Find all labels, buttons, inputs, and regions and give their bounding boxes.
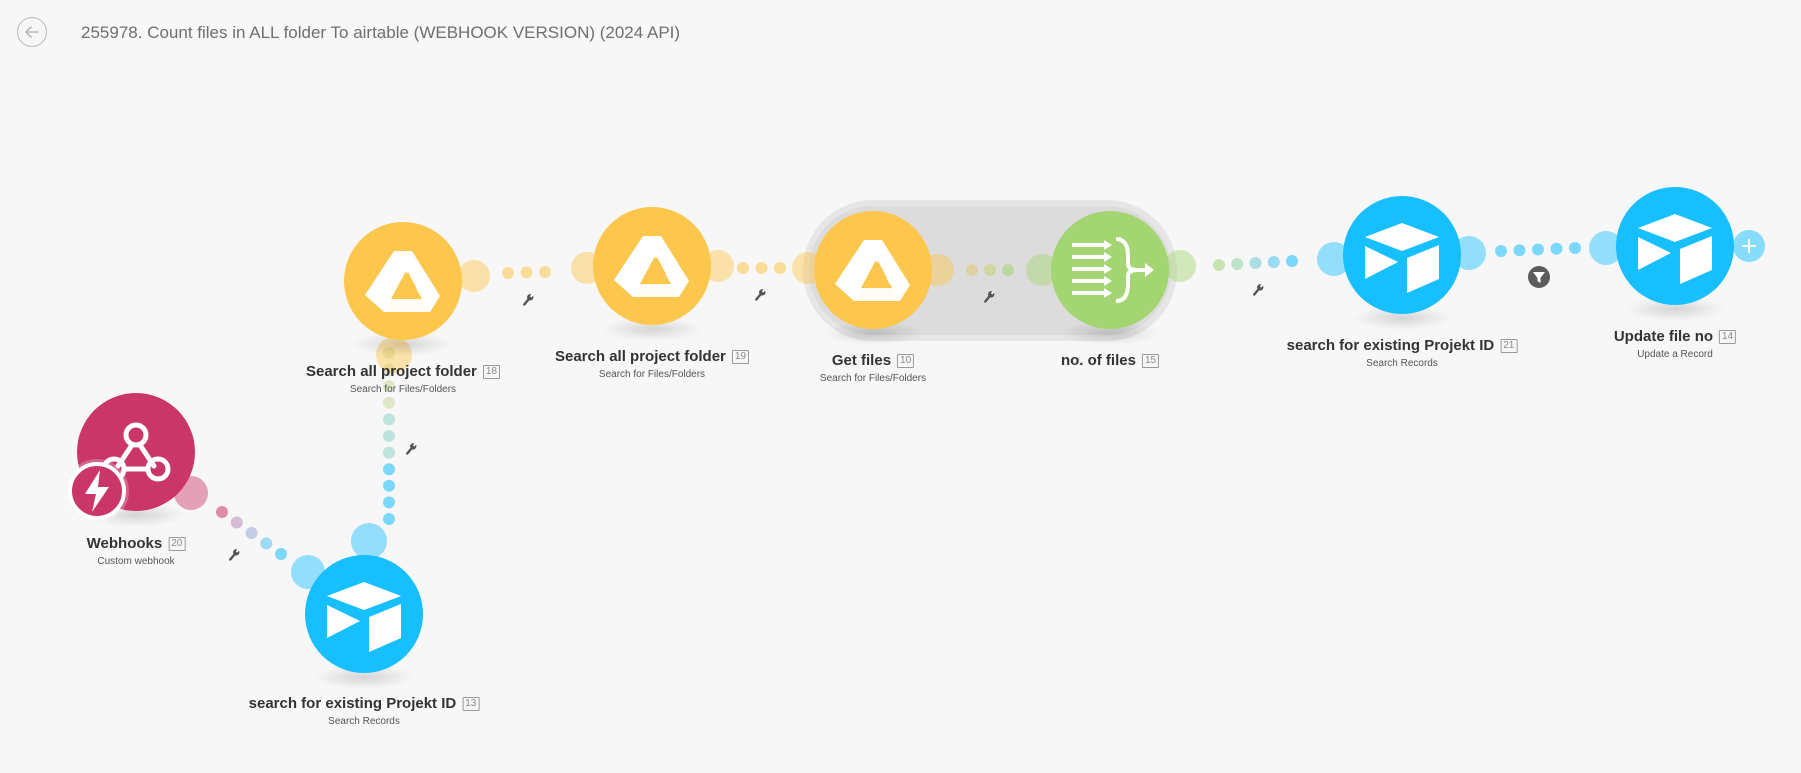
module-title-row: Search all project folder 18: [306, 363, 501, 380]
module-name[interactable]: Search all project folder: [555, 348, 726, 365]
module-title-row: Search all project folder 19: [555, 348, 750, 365]
instant-trigger-icon[interactable]: [65, 459, 129, 523]
connection-dot: [275, 548, 287, 560]
connection-dot: [230, 516, 243, 529]
module-id-badge: 13: [462, 696, 480, 711]
module-title-row: Get files 10: [820, 352, 926, 369]
module-subtitle: Search for Files/Folders: [819, 373, 927, 384]
connection-dot: [1286, 255, 1298, 267]
module-title-row: no. of files 15: [1061, 352, 1160, 369]
connection-dot: [383, 479, 395, 492]
connection-dot: [383, 513, 395, 525]
connection-dot: [260, 537, 273, 550]
connection-dot: [383, 430, 395, 442]
connection-dot: [1550, 242, 1563, 255]
connection-dot: [502, 267, 514, 279]
wrench-icon[interactable]: [753, 287, 767, 302]
module-name[interactable]: no. of files: [1061, 352, 1136, 369]
connection-dot: [737, 262, 749, 274]
module-node[interactable]: [593, 207, 711, 341]
connection-dot: [1213, 259, 1225, 271]
wrench-icon[interactable]: [1251, 282, 1265, 297]
module-id-badge: 20: [168, 536, 186, 551]
module-label: search for existing Projekt ID 13 Search R…: [249, 695, 480, 727]
module-name[interactable]: Search all project folder: [306, 363, 477, 380]
module-id-badge: 15: [1141, 353, 1160, 368]
connection-dot: [1267, 256, 1280, 268]
module-label: no. of files 15: [1061, 352, 1160, 373]
wrench-icon[interactable]: [404, 441, 418, 456]
wrench-icon[interactable]: [227, 547, 241, 562]
module-subtitle: Custom webhook: [97, 556, 175, 567]
module-id-badge: 18: [482, 364, 501, 379]
connection-dot: [1513, 244, 1526, 257]
module-label: Get files 10 Search for Files/Folders: [820, 352, 926, 384]
connection-dot: [1569, 242, 1581, 254]
module-title-row: Update file no 14: [1614, 328, 1737, 345]
connection-dot: [1249, 257, 1262, 269]
connection-dot: [1532, 243, 1544, 256]
module-label: Webhooks 20 Custom webhook: [87, 535, 186, 567]
module-name[interactable]: Update file no: [1614, 328, 1713, 345]
connection-dot: [520, 266, 533, 279]
module-label: Search all project folder 19 Search for Fi…: [555, 348, 750, 380]
module-name[interactable]: search for existing Projekt ID: [249, 695, 457, 712]
module-label: search for existing Projekt ID 21 Search R…: [1287, 337, 1518, 369]
module-name[interactable]: Get files: [832, 352, 891, 369]
module-id-badge: 19: [731, 349, 750, 364]
connection-dot: [245, 527, 258, 539]
module-node[interactable]: [1343, 196, 1461, 330]
module-node[interactable]: [1616, 187, 1765, 321]
connection-dot: [774, 262, 786, 274]
module-subtitle: Search Records: [1366, 358, 1438, 369]
wrench-icon[interactable]: [521, 292, 535, 307]
module-id-badge: 10: [897, 353, 915, 368]
module-subtitle: Search for Files/Folders: [349, 384, 457, 395]
connection-dot: [216, 506, 228, 518]
connection-dot: [1231, 258, 1244, 270]
connection-dot: [383, 463, 395, 476]
connector-port[interactable]: [458, 260, 490, 292]
connection-dot: [383, 413, 395, 426]
module-title-row: Webhooks 20: [87, 535, 186, 552]
module-name[interactable]: Webhooks: [87, 535, 163, 552]
module-id-badge: 14: [1719, 329, 1737, 344]
plus-icon[interactable]: [1733, 230, 1765, 262]
connection-dot: [383, 496, 395, 509]
connection-dot: [1495, 245, 1507, 257]
connector-port[interactable]: [351, 523, 387, 559]
connection-dot: [966, 264, 978, 276]
module-node[interactable]: [305, 555, 423, 689]
module-label: Update file no 14 Update a Record: [1614, 328, 1737, 360]
module-subtitle: Search for Files/Folders: [598, 369, 706, 380]
module-name[interactable]: search for existing Projekt ID: [1287, 337, 1495, 354]
module-node[interactable]: [65, 393, 195, 527]
module-label: Search all project folder 18 Search for Fi…: [306, 363, 501, 395]
filter-icon[interactable]: [1528, 266, 1550, 288]
module-subtitle: Search Records: [328, 716, 400, 727]
module-title-row: search for existing Projekt ID 13: [249, 695, 480, 712]
connection-dot: [1002, 264, 1014, 276]
connection-dot: [383, 446, 395, 459]
connection-dot: [984, 264, 996, 276]
module-id-badge: 21: [1500, 338, 1518, 353]
connection-dot: [539, 266, 551, 278]
module-node[interactable]: [344, 222, 462, 356]
module-subtitle: Update a Record: [1637, 349, 1713, 360]
connection-dot: [383, 396, 395, 409]
module-title-row: search for existing Projekt ID 21: [1287, 337, 1518, 354]
connection-dot: [755, 262, 768, 274]
scenario-canvas: [65, 187, 1765, 689]
